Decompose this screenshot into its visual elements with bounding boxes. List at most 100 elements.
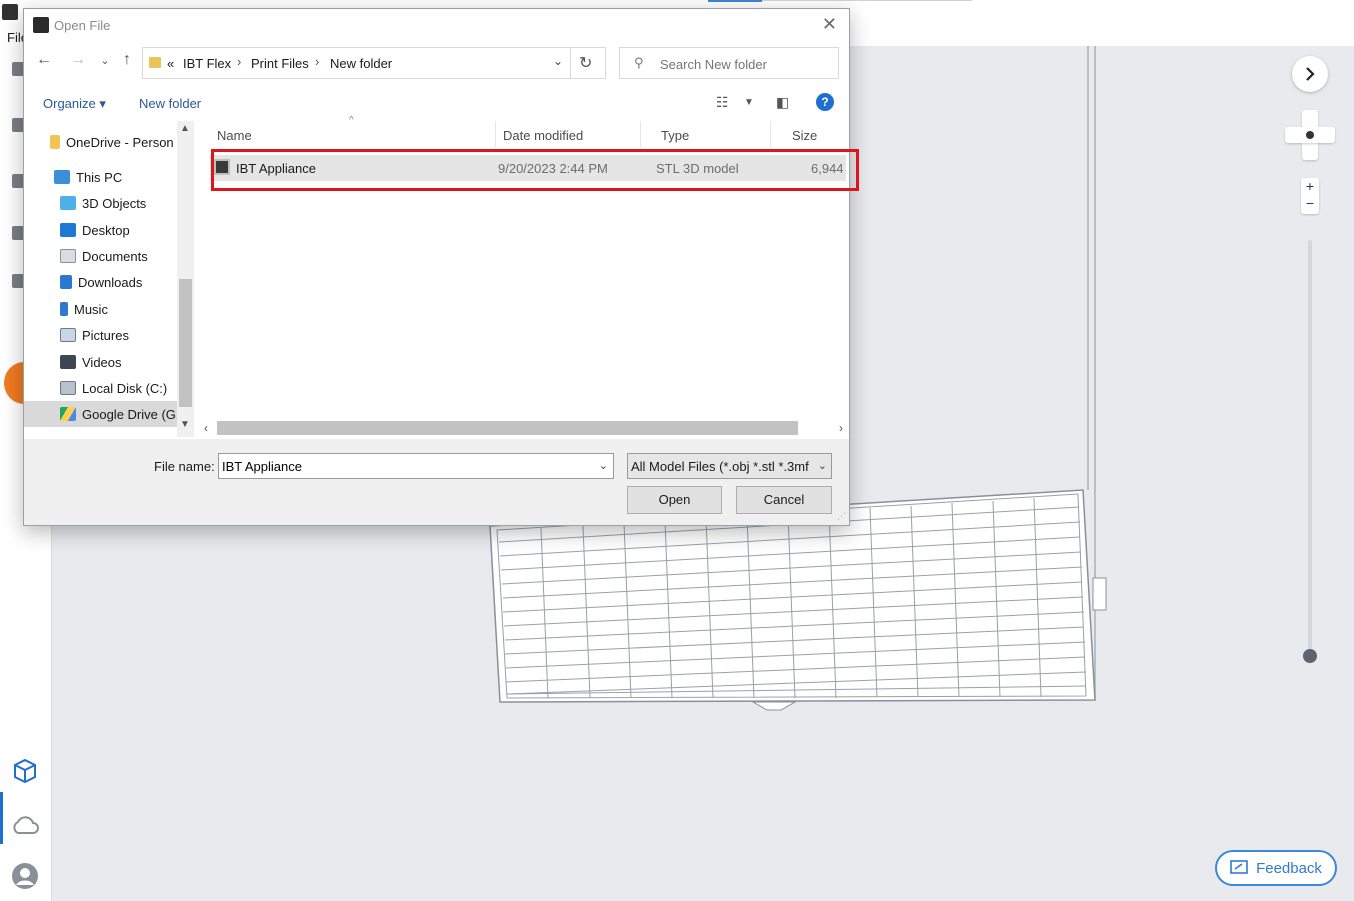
preview-pane-icon[interactable]: ◧ bbox=[776, 94, 789, 111]
column-header-name[interactable]: Name bbox=[196, 121, 496, 147]
view-dropdown-chevron-icon[interactable]: ▼ bbox=[744, 97, 754, 108]
nav-item-google-drive[interactable]: Google Drive (G: bbox=[24, 401, 177, 427]
scroll-thumb[interactable] bbox=[179, 279, 192, 407]
search-box[interactable]: ⚲ bbox=[619, 47, 839, 79]
eye-icon[interactable] bbox=[1306, 131, 1314, 139]
address-bar[interactable]: « IBT Flex › Print Files › New folder ⌄ … bbox=[142, 47, 606, 79]
close-icon[interactable]: ✕ bbox=[822, 14, 837, 35]
nav-item-label: Documents bbox=[82, 248, 148, 264]
recent-locations-chevron-icon[interactable]: ⌄ bbox=[95, 54, 115, 67]
disk-icon bbox=[60, 381, 76, 395]
scroll-left-icon[interactable]: ‹ bbox=[204, 421, 208, 435]
folder-icon bbox=[149, 57, 161, 68]
nav-item-pictures[interactable]: Pictures bbox=[24, 322, 177, 348]
music-icon bbox=[60, 302, 68, 316]
nav-item-music[interactable]: Music bbox=[24, 296, 177, 322]
scroll-right-icon[interactable]: › bbox=[839, 421, 843, 435]
filter-chevron-icon[interactable]: ⌄ bbox=[815, 459, 827, 472]
chevron-right-icon bbox=[1306, 67, 1315, 81]
panel-expand-button[interactable] bbox=[1292, 56, 1328, 92]
feedback-button[interactable]: Feedback bbox=[1215, 850, 1337, 886]
up-arrow-icon[interactable]: ↑ bbox=[117, 51, 137, 69]
feedback-icon bbox=[1230, 860, 1248, 874]
breadcrumb-separator-icon[interactable]: › bbox=[315, 54, 319, 69]
horizontal-scrollbar[interactable]: ‹ › bbox=[200, 419, 849, 437]
breadcrumb-item[interactable]: Print Files bbox=[251, 56, 309, 71]
nav-item-3d-objects[interactable]: 3D Objects bbox=[24, 190, 177, 216]
nav-item-documents[interactable]: Documents bbox=[24, 243, 177, 269]
navigation-bar: ← → ⌄ ↑ « IBT Flex › Print Files › New f… bbox=[24, 45, 849, 79]
breadcrumb-item[interactable]: New folder bbox=[330, 56, 392, 71]
search-input[interactable] bbox=[660, 54, 830, 74]
zoom-control[interactable]: + − bbox=[1301, 178, 1319, 214]
nav-item-label: Music bbox=[74, 301, 108, 317]
view-pan-control[interactable] bbox=[1285, 110, 1335, 160]
nav-item-label: Downloads bbox=[78, 274, 143, 290]
feedback-label: Feedback bbox=[1256, 859, 1322, 877]
view-options-icon[interactable]: ☷ bbox=[716, 94, 729, 111]
open-file-dialog: Open File ✕ ← → ⌄ ↑ « IBT Flex › Print F… bbox=[23, 8, 859, 526]
nav-item-label: 3D Objects bbox=[82, 195, 147, 211]
breadcrumb-overflow[interactable]: « bbox=[167, 56, 174, 71]
desktop-icon bbox=[60, 223, 76, 237]
nav-item-onedrive[interactable]: OneDrive - Person bbox=[24, 129, 177, 155]
file-type-filter-value: All Model Files (*.obj *.stl *.3mf bbox=[631, 459, 809, 474]
breadcrumb-item[interactable]: IBT Flex bbox=[183, 56, 231, 71]
dialog-titlebar[interactable]: Open File ✕ bbox=[24, 9, 849, 41]
zoom-slider-track[interactable] bbox=[1308, 240, 1312, 656]
column-header-type[interactable]: Type bbox=[640, 121, 771, 147]
nav-item-local-disk[interactable]: Local Disk (C:) bbox=[24, 375, 177, 401]
nav-item-label: Local Disk (C:) bbox=[82, 380, 168, 396]
cancel-button[interactable]: Cancel bbox=[736, 486, 832, 514]
navigation-pane: OneDrive - Person This PC 3D Objects Des… bbox=[24, 121, 194, 437]
app-logo-icon bbox=[2, 4, 18, 20]
scroll-down-icon[interactable]: ▼ bbox=[180, 419, 190, 430]
active-indicator bbox=[0, 792, 3, 844]
address-dropdown-chevron-icon[interactable]: ⌄ bbox=[553, 54, 563, 68]
cloud-icon[interactable] bbox=[10, 810, 40, 840]
file-name-label: File name: bbox=[154, 459, 215, 474]
nav-item-desktop[interactable]: Desktop bbox=[24, 217, 177, 243]
help-icon[interactable]: ? bbox=[816, 93, 834, 111]
open-button[interactable]: Open bbox=[627, 486, 722, 514]
column-header-date[interactable]: Date modified bbox=[482, 121, 641, 147]
refresh-icon[interactable]: ↻ bbox=[579, 53, 592, 73]
resize-grip-icon[interactable]: ⋰ bbox=[837, 511, 846, 522]
back-arrow-icon[interactable]: ← bbox=[34, 51, 54, 69]
search-icon: ⚲ bbox=[634, 55, 644, 70]
3d-objects-icon bbox=[60, 196, 76, 210]
videos-icon bbox=[60, 355, 76, 369]
nav-item-label: OneDrive - Person bbox=[66, 134, 174, 150]
top-divider bbox=[762, 0, 972, 1]
user-avatar-icon[interactable] bbox=[10, 861, 40, 891]
cube-icon[interactable] bbox=[10, 756, 40, 786]
dialog-footer: File name: ⌄ All Model Files (*.obj *.st… bbox=[24, 439, 849, 525]
zoom-out-icon[interactable]: − bbox=[1301, 195, 1319, 212]
zoom-slider-handle[interactable] bbox=[1303, 649, 1317, 663]
file-type-filter[interactable]: All Model Files (*.obj *.stl *.3mf ⌄ bbox=[627, 453, 832, 479]
pc-icon bbox=[54, 170, 70, 184]
nav-item-this-pc[interactable]: This PC bbox=[24, 164, 177, 190]
nav-item-label: Pictures bbox=[82, 327, 129, 343]
nav-scrollbar[interactable]: ▲ ▼ bbox=[177, 121, 194, 437]
nav-item-downloads[interactable]: Downloads bbox=[24, 269, 177, 295]
dialog-title: Open File bbox=[54, 18, 111, 33]
file-name-input[interactable] bbox=[222, 458, 582, 474]
file-name-chevron-icon[interactable]: ⌄ bbox=[599, 459, 608, 472]
organize-button[interactable]: Organize ▾ bbox=[43, 96, 106, 112]
scroll-up-icon[interactable]: ▲ bbox=[180, 123, 190, 134]
selection-highlight-box bbox=[211, 149, 859, 191]
nav-item-label: This PC bbox=[76, 169, 123, 185]
nav-item-videos[interactable]: Videos bbox=[24, 349, 177, 375]
column-header-size[interactable]: Size bbox=[771, 121, 849, 147]
zoom-in-icon[interactable]: + bbox=[1301, 178, 1319, 195]
new-folder-button[interactable]: New folder bbox=[139, 96, 201, 111]
forward-arrow-icon[interactable]: → bbox=[68, 51, 88, 69]
scroll-thumb[interactable] bbox=[217, 421, 798, 435]
google-drive-icon bbox=[60, 407, 76, 421]
breadcrumb-separator-icon[interactable]: › bbox=[237, 54, 241, 69]
address-divider bbox=[570, 48, 571, 78]
nav-item-label: Videos bbox=[82, 354, 122, 370]
file-name-combobox[interactable]: ⌄ bbox=[218, 453, 614, 479]
app-icon bbox=[33, 17, 49, 33]
